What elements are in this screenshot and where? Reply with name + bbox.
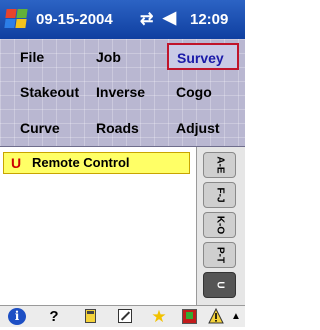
connectivity-icon[interactable]: ⇄ [140,9,153,29]
alphabet-index-tabs: A-E F-J K-O P-T U [197,147,245,305]
status-date: 09-15-2004 [36,11,113,28]
menu-roads-button[interactable]: Roads [96,115,139,141]
status-time[interactable]: 12:09 [190,11,228,28]
calculator-icon[interactable] [82,308,100,325]
menu-file-button[interactable]: File [20,44,44,70]
menu-stakeout-button[interactable]: Stakeout [20,79,79,105]
tab-f-j[interactable]: F-J [203,182,236,208]
tab-label: K-O [214,215,225,235]
menu-survey-button[interactable]: Survey [167,43,239,70]
routine-list: U Remote Control [0,147,197,305]
record-icon[interactable] [181,308,199,325]
menu-adjust-button[interactable]: Adjust [176,115,220,141]
tab-u[interactable]: U [203,272,236,298]
menu-cogo-button[interactable]: Cogo [176,79,212,105]
bottom-toolbar: i ? ★ ▲ [0,305,245,327]
routine-letter-icon: U [11,155,22,171]
windows-start-icon[interactable] [4,8,28,30]
tab-label: U [214,281,225,289]
list-item-remote-control[interactable]: U Remote Control [3,152,190,174]
tab-label: F-J [214,187,225,203]
menu-curve-button[interactable]: Curve [20,115,60,141]
tab-a-e[interactable]: A-E [203,152,236,178]
tab-label: A-E [214,156,225,174]
list-item-label: Remote Control [32,155,130,170]
status-bar: 09-15-2004 ⇄ ◀ 12:09 [0,0,245,39]
warning-icon[interactable] [208,307,224,325]
tab-p-t[interactable]: P-T [203,242,236,268]
speaker-icon[interactable]: ◀ [163,8,176,28]
tab-label: P-T [214,246,225,264]
scroll-up-icon[interactable]: ▲ [229,308,243,325]
menu-inverse-button[interactable]: Inverse [96,79,145,105]
star-icon[interactable]: ★ [150,308,168,325]
menu-job-button[interactable]: Job [96,44,121,70]
info-icon[interactable]: i [8,308,26,325]
tab-k-o[interactable]: K-O [203,212,236,238]
help-icon[interactable]: ? [45,308,63,325]
main-menu: File Job Survey Stakeout Inverse Cogo Cu… [0,39,245,148]
pen-icon[interactable] [116,308,134,325]
